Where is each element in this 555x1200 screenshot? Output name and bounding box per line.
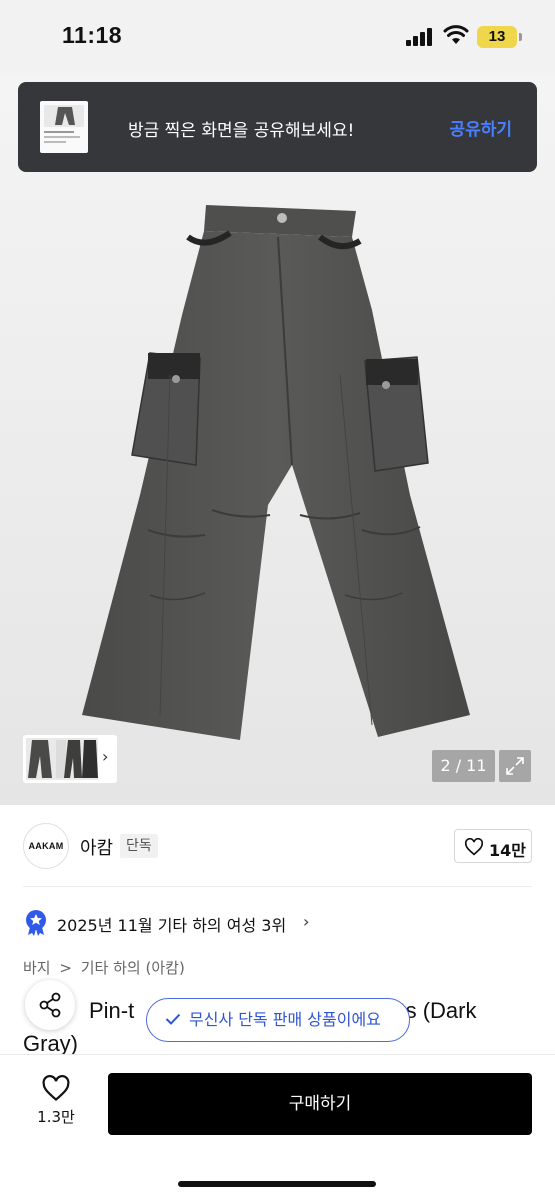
exclusive-notice-pill: 무신사 단독 판매 상품이에요	[146, 998, 410, 1042]
thumbnail-image[interactable]	[26, 738, 98, 780]
battery-tip	[519, 33, 522, 41]
wishlist-count: 1.3만	[37, 1108, 75, 1126]
wifi-icon	[443, 25, 469, 44]
chevron-right-icon[interactable]: ›	[303, 912, 309, 931]
brand-like-button[interactable]: 14만	[454, 829, 532, 863]
status-time: 11:18	[62, 22, 123, 48]
product-photo-cargo-pants	[82, 205, 470, 740]
screenshot-thumbnail	[40, 101, 88, 153]
ranking-text[interactable]: 2025년 11월 기타 하의 여성 3위	[57, 912, 286, 936]
wishlist-button[interactable]: 1.3만	[25, 1075, 87, 1135]
status-bar: 11:18 13	[0, 0, 555, 75]
toast-message: 방금 찍은 화면을 공유해보세요!	[128, 121, 355, 141]
exclusive-notice-text: 무신사 단독 판매 상품이에요	[189, 1010, 381, 1029]
section-divider	[23, 886, 532, 887]
battery-indicator: 13	[477, 26, 517, 48]
brand-name[interactable]: 아캄	[80, 834, 113, 860]
check-icon	[165, 1013, 181, 1025]
exclusive-badge: 단독	[120, 834, 158, 858]
product-image-gallery[interactable]	[0, 75, 555, 805]
breadcrumb-separator: >	[59, 959, 72, 977]
share-icon	[39, 992, 61, 1018]
screenshot-share-toast: 방금 찍은 화면을 공유해보세요! 공유하기	[18, 82, 537, 172]
image-pager: 2 / 11	[432, 750, 495, 782]
heart-icon	[42, 1075, 70, 1102]
breadcrumb-category[interactable]: 바지	[23, 959, 51, 977]
share-button[interactable]	[25, 980, 75, 1030]
chevron-right-icon[interactable]: ›	[102, 747, 108, 766]
bottom-action-bar: 1.3만 구매하기	[0, 1054, 555, 1200]
brand-like-count: 14만	[489, 841, 526, 860]
buy-button[interactable]: 구매하기	[108, 1073, 532, 1135]
home-indicator	[178, 1181, 376, 1187]
breadcrumb-subcategory[interactable]: 기타 하의 (아캄)	[81, 959, 185, 977]
share-now-button[interactable]: 공유하기	[449, 115, 512, 140]
product-title-left: Pin-t	[89, 998, 135, 1023]
breadcrumb: 바지 > 기타 하의 (아캄)	[23, 957, 189, 978]
signal-icon	[406, 28, 434, 46]
heart-icon	[464, 838, 484, 856]
brand-logo[interactable]: AAKAM	[23, 823, 69, 869]
expand-icon[interactable]	[499, 750, 531, 782]
product-title-line2: Gray)	[23, 1031, 78, 1056]
thumbnail-strip[interactable]: ›	[23, 735, 117, 783]
ranking-badge-icon	[26, 910, 46, 936]
